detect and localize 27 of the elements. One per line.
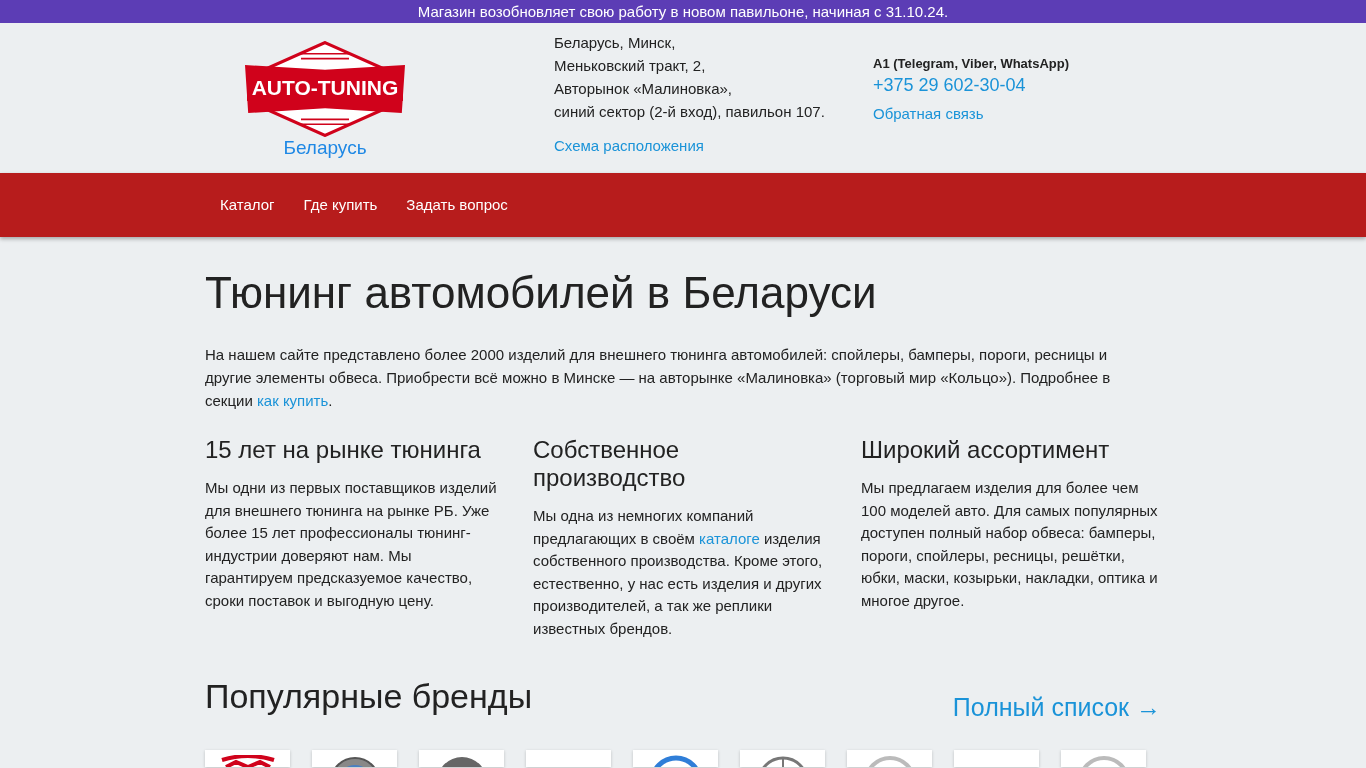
- nav-link[interactable]: Задать вопрос: [406, 173, 508, 237]
- feature-text: Мы предлагаем изделия для более чем 100 моделей авто. Для самых популярных доступен полный набор обвеса: бамперы, пороги, спойлеры, ресницы, решётки, юбки, маски, козырьки, накладки, оптика и многое другое.: [861, 478, 1159, 611]
- brand-card[interactable]: [740, 750, 825, 767]
- phone-link[interactable]: +375 29 602-30-04: [873, 75, 1026, 96]
- section-title: Популярные бренды: [205, 676, 533, 716]
- nav-link[interactable]: Каталог: [220, 173, 275, 237]
- logo-subtitle: Беларусь: [282, 137, 368, 159]
- page-title: Тюнинг автомобилей в Беларуси: [205, 267, 878, 319]
- intro-paragraph: На нашем сайте представлено более 2000 изделий для внешнего тюнинга автомобилей: спойлеры, бамперы, пороги, ресницы и другие элементы обвеса. Приобрести всё можно в Минске — на авторынке «Малиновка» (торговый мир «Кольцо»). Подробнее в секции как купить.: [205, 345, 1112, 411]
- feature-title: Собственное производство: [533, 436, 687, 492]
- brand-card[interactable]: [205, 750, 290, 767]
- map-link[interactable]: Схема расположения: [554, 137, 704, 154]
- feature-text: Мы одна из немногих компаний предлагающих в своём каталоге изделия собственного производства. Кроме этого, естественно, у нас есть изделия и других производителей, а так же реплики известных брендов.: [533, 506, 824, 639]
- brand-card[interactable]: [312, 750, 397, 767]
- brand-logo: [219, 755, 276, 767]
- phone-label: A1 (Telegram, Viber, WhatsApp): [873, 56, 1069, 71]
- feature-title: Широкий ассортимент: [861, 436, 1111, 464]
- nav-link[interactable]: Где купить: [303, 173, 378, 237]
- brand-card[interactable]: [419, 750, 504, 767]
- announcement-bar: Магазин возобновляет свою работу в новом павильоне, начиная с 31.10.24.: [0, 0, 1366, 23]
- full-list-link[interactable]: Полный список →: [952, 693, 1161, 722]
- feature-title: 15 лет на рынке тюнинга: [205, 436, 482, 464]
- brand-card[interactable]: [633, 750, 718, 767]
- feedback-link[interactable]: Обратная связь: [873, 105, 984, 122]
- catalog-link[interactable]: каталоге: [699, 529, 760, 547]
- address-text: Беларусь, Минск, Меньковский тракт, 2, Авторынок «Малиновка», синий сектор (2-й вход), павильон 107.: [554, 33, 826, 122]
- feature-text: Мы одни из первых поставщиков изделий для внешнего тюнинга на рынке РБ. Уже более 15 лет профессионалы тюнинг-индустрии доверяют нам. Мы гарантируем предсказуемое качество, сроки поставок и выгодную цену.: [205, 478, 498, 611]
